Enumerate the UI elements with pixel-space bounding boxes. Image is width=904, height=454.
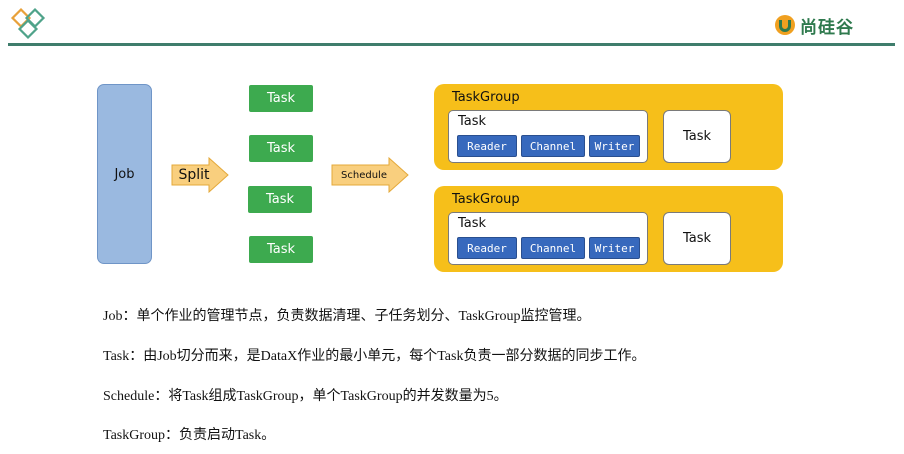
- task-container-title: Task: [458, 216, 487, 231]
- schedule-label: Schedule: [341, 169, 387, 181]
- brand-logo: 尚硅谷: [774, 10, 854, 40]
- taskgroup-title: TaskGroup: [452, 90, 520, 105]
- header-divider: [8, 43, 895, 46]
- split-label: Split: [178, 167, 210, 183]
- logo-icon: [10, 6, 54, 42]
- writer-component: Writer: [589, 135, 640, 157]
- brand-icon: [775, 15, 795, 35]
- side-task-box: Task: [663, 110, 731, 163]
- taskgroup-title: TaskGroup: [452, 192, 520, 207]
- job-node: Job: [97, 84, 152, 264]
- task-box: Task: [248, 186, 312, 213]
- reader-component: Reader: [457, 237, 517, 259]
- task-container: Task Reader Channel Writer: [448, 110, 648, 163]
- description-job: Job：单个作业的管理节点，负责数据清理、子任务划分、TaskGroup监控管理…: [103, 309, 591, 324]
- task-box: Task: [249, 135, 313, 162]
- description-taskgroup: TaskGroup：负责启动Task。: [103, 428, 276, 443]
- channel-component: Channel: [521, 237, 585, 259]
- side-task-box: Task: [663, 212, 731, 265]
- taskgroup-box: TaskGroup Task Reader Channel Writer Tas…: [434, 186, 783, 272]
- description-task: Task：由Job切分而来，是DataX作业的最小单元，每个Task负责一部分数…: [103, 349, 646, 364]
- task-container: Task Reader Channel Writer: [448, 212, 648, 265]
- brand-name: 尚硅谷: [800, 17, 854, 38]
- reader-component: Reader: [457, 135, 517, 157]
- task-box: Task: [249, 236, 313, 263]
- job-label: Job: [114, 166, 135, 182]
- taskgroup-box: TaskGroup Task Reader Channel Writer Tas…: [434, 84, 783, 170]
- description-schedule: Schedule：将Task组成TaskGroup，单个TaskGroup的并发…: [103, 389, 508, 404]
- writer-component: Writer: [589, 237, 640, 259]
- task-container-title: Task: [458, 114, 487, 129]
- task-box: Task: [249, 85, 313, 112]
- channel-component: Channel: [521, 135, 585, 157]
